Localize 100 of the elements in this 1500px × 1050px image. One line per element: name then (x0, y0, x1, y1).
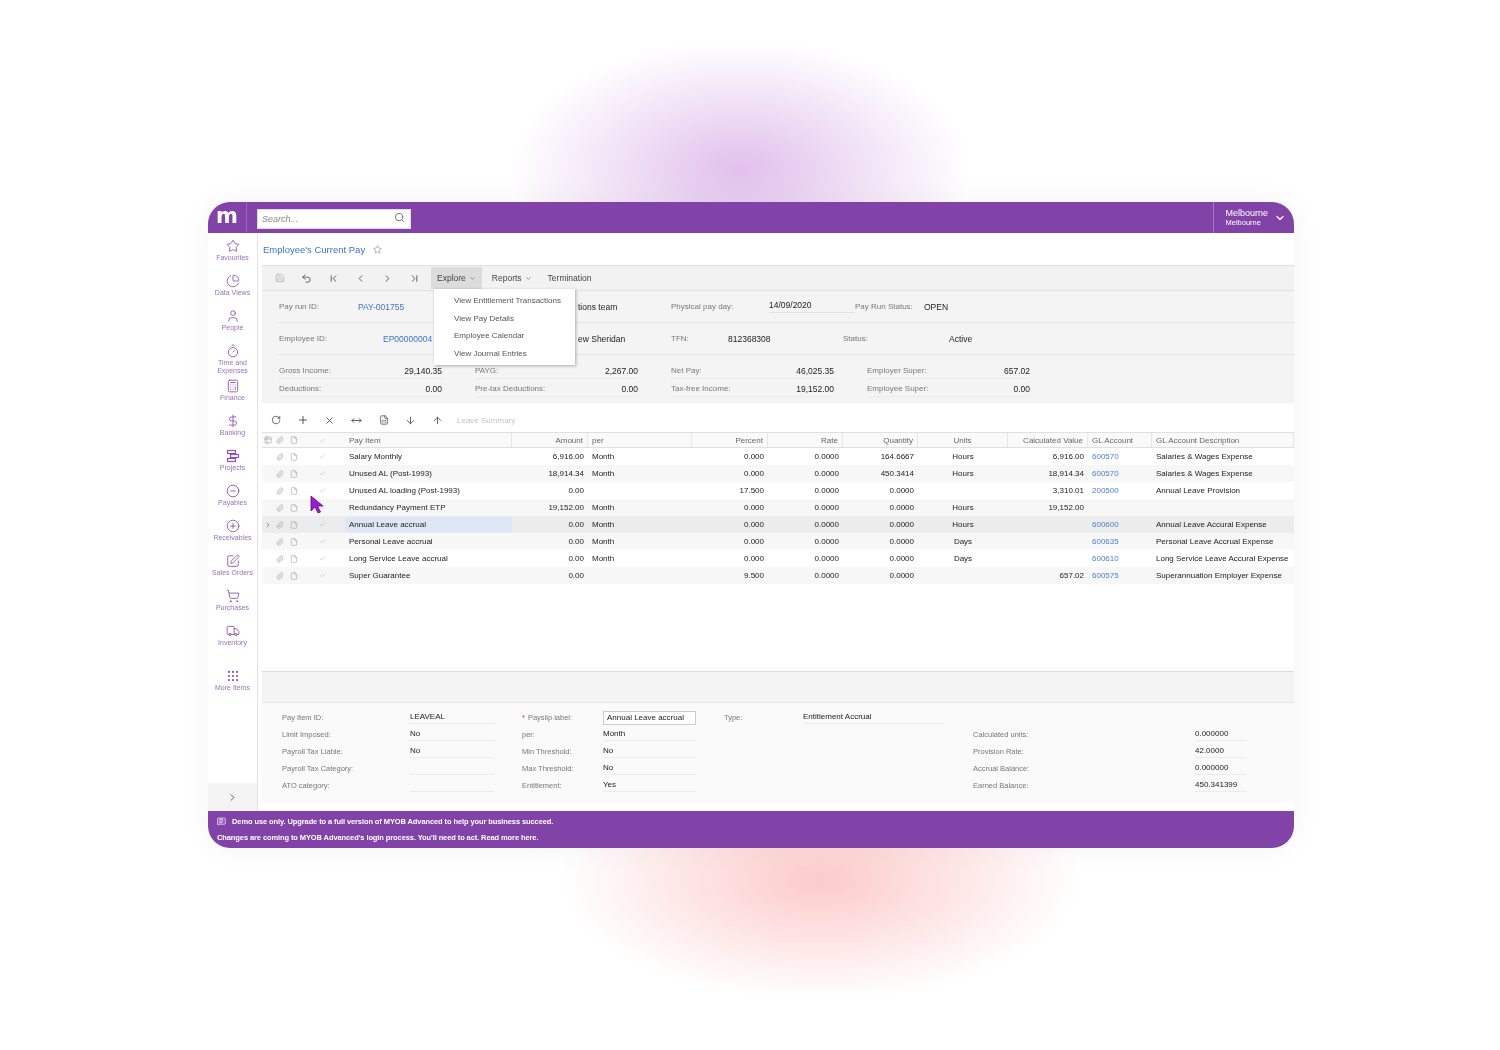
check-icon (319, 436, 326, 444)
menu-item[interactable]: Employee Calendar (434, 327, 575, 345)
person-icon (225, 309, 240, 323)
field-value: 0.00 (621, 383, 638, 394)
account-link[interactable]: 600575 (1088, 568, 1152, 583)
field-value: 812368308 (727, 333, 772, 344)
column-header[interactable]: Rate (768, 433, 843, 447)
caret-icon (524, 274, 532, 282)
grid-icon (263, 436, 272, 444)
field-label: Employee ID: (279, 334, 329, 343)
field-value: Entitlement Accrual (803, 711, 945, 724)
stacked-bars-icon (225, 449, 240, 463)
table-cell-text: Hours (951, 519, 975, 531)
field-value: tions team (577, 301, 619, 312)
logo[interactable]: m (208, 202, 247, 232)
account-link[interactable]: 600570 (1088, 449, 1152, 464)
document-icon[interactable] (289, 503, 298, 512)
table-cell-text: 0.000 (742, 468, 765, 480)
check-icon (319, 504, 326, 511)
account-link[interactable]: 600600 (1088, 517, 1152, 532)
field-value: 0.00 (425, 383, 442, 394)
column-header[interactable]: Pay Item (345, 433, 512, 447)
document-icon[interactable] (289, 520, 298, 529)
field-value: 2,267.00 (604, 365, 638, 376)
table-cell-text: 0.000 (742, 536, 765, 548)
table-cell-text: 6,916.00 (551, 451, 585, 463)
document-icon[interactable] (289, 469, 298, 478)
table-cell-text: 0.00 (567, 519, 585, 531)
column-header[interactable]: Percent (692, 433, 768, 447)
table-row[interactable]: Super Guarantee 0.00 9.500 0.0000 0.0000 657.02 600575 Superannuation Employer Expense (262, 567, 1294, 584)
field-value: No (603, 762, 696, 775)
column-header[interactable]: GL Account Description (1152, 433, 1294, 447)
table-cell-text: 0.0000 (813, 502, 840, 514)
menu-item[interactable]: View Entitlement Transactions (434, 292, 575, 310)
field-value: No (603, 745, 696, 758)
field-value: 29,140.35 (404, 365, 442, 376)
column-header[interactable]: Units (918, 433, 1008, 447)
table-cell-text: Personal Leave accrual (348, 536, 434, 548)
pie-chart-icon (225, 274, 240, 288)
input-field[interactable]: Annual Leave accrual (603, 710, 696, 725)
table-row[interactable]: Unused AL (Post-1993) 18,914.34 Month 0.000 0.0000 450.3414 Hours 18,914.34 600570 Salaries & Wages Expense (262, 465, 1294, 482)
document-icon[interactable] (289, 486, 298, 495)
table-cell-text: 0.00 (567, 553, 585, 565)
column-header[interactable]: Calculated Value (1008, 433, 1088, 447)
table-cell-text: 0.0000 (813, 519, 840, 531)
account-link[interactable]: 200500 (1088, 483, 1152, 498)
account-link[interactable]: 600635 (1088, 534, 1152, 549)
column-header[interactable]: GL Account (1088, 433, 1152, 447)
menu-item[interactable]: View Journal Entries (434, 344, 575, 362)
field-value: Month (603, 728, 696, 741)
mouse-cursor-icon (310, 495, 324, 514)
toolbar-menu-button[interactable]: Termination (541, 267, 598, 289)
arrow-down-icon (405, 414, 416, 426)
field-label: Net Pay: (671, 366, 702, 375)
table-cell-text: Month (591, 502, 616, 514)
field-value: 450.341399 (1195, 779, 1247, 792)
document-icon[interactable] (289, 452, 298, 461)
document-icon[interactable] (289, 571, 298, 580)
field-value: 19,152.00 (796, 383, 834, 394)
column-header[interactable]: Amount (512, 433, 588, 447)
table-cell-text: 0.0000 (888, 519, 915, 531)
table-cell-text: Long Service Leave accrual (348, 553, 449, 565)
caret-icon (468, 274, 476, 282)
field-value: 0.000000 (1195, 728, 1247, 741)
last-icon (409, 272, 420, 284)
splitter-bar[interactable] (262, 672, 1294, 703)
table-cell-text: Days (952, 536, 974, 548)
column-header[interactable]: Quantity (843, 433, 918, 447)
table-cell-text: 6,916.00 (1051, 451, 1085, 463)
search-field[interactable]: Search... (257, 208, 411, 229)
field-value: 657.02 (1004, 365, 1030, 376)
table-cell-text: Personal Leave Accrual Expense (1155, 536, 1275, 548)
table-row[interactable]: Personal Leave accrual 0.00 Month 0.000 0.0000 0.0000 Days 600635 Personal Leave Accrual Expense (262, 533, 1294, 550)
table-cell-text: 0.0000 (888, 502, 915, 514)
expand-sidebar-button[interactable] (208, 783, 257, 811)
document-icon[interactable] (289, 537, 298, 546)
table-cell-text: 0.0000 (888, 570, 915, 582)
account-link[interactable]: 600610 (1088, 551, 1152, 566)
search-icon (394, 211, 405, 223)
minus-circle-icon (225, 484, 240, 498)
table-row[interactable]: Annual Leave accrual 0.00 Month 0.000 0.0000 0.0000 Hours 600600 Annual Leave Accural Expense (262, 516, 1294, 533)
star-icon[interactable] (373, 244, 383, 254)
document-icon[interactable] (289, 554, 298, 563)
table-cell-text: 0.0000 (813, 485, 840, 497)
undo-icon (301, 272, 312, 284)
table-row[interactable]: Redundancy Payment ETP 19,152.00 Month 0.000 0.0000 0.0000 Hours 19,152.00 (262, 499, 1294, 516)
field-label: Pay Run Status: (855, 302, 914, 311)
table-cell-text: 0.000 (742, 451, 765, 463)
column-header[interactable]: per (588, 433, 692, 447)
field-label: Tax-free Income: (671, 384, 731, 393)
field-label: Status: (843, 334, 869, 343)
toolbar-menu-button[interactable]: Explore (431, 267, 482, 289)
save-icon (274, 273, 285, 283)
account-link[interactable]: 600570 (1088, 466, 1152, 481)
toolbar-menu-button[interactable]: Reports (485, 267, 538, 289)
plus-icon (296, 414, 309, 426)
table-cell-text: Super Guarantee (348, 570, 412, 582)
page-title[interactable]: Employee's Current Pay (263, 243, 366, 255)
menu-item[interactable]: View Pay Details (434, 309, 575, 327)
table-cell-text: 0.0000 (813, 468, 840, 480)
